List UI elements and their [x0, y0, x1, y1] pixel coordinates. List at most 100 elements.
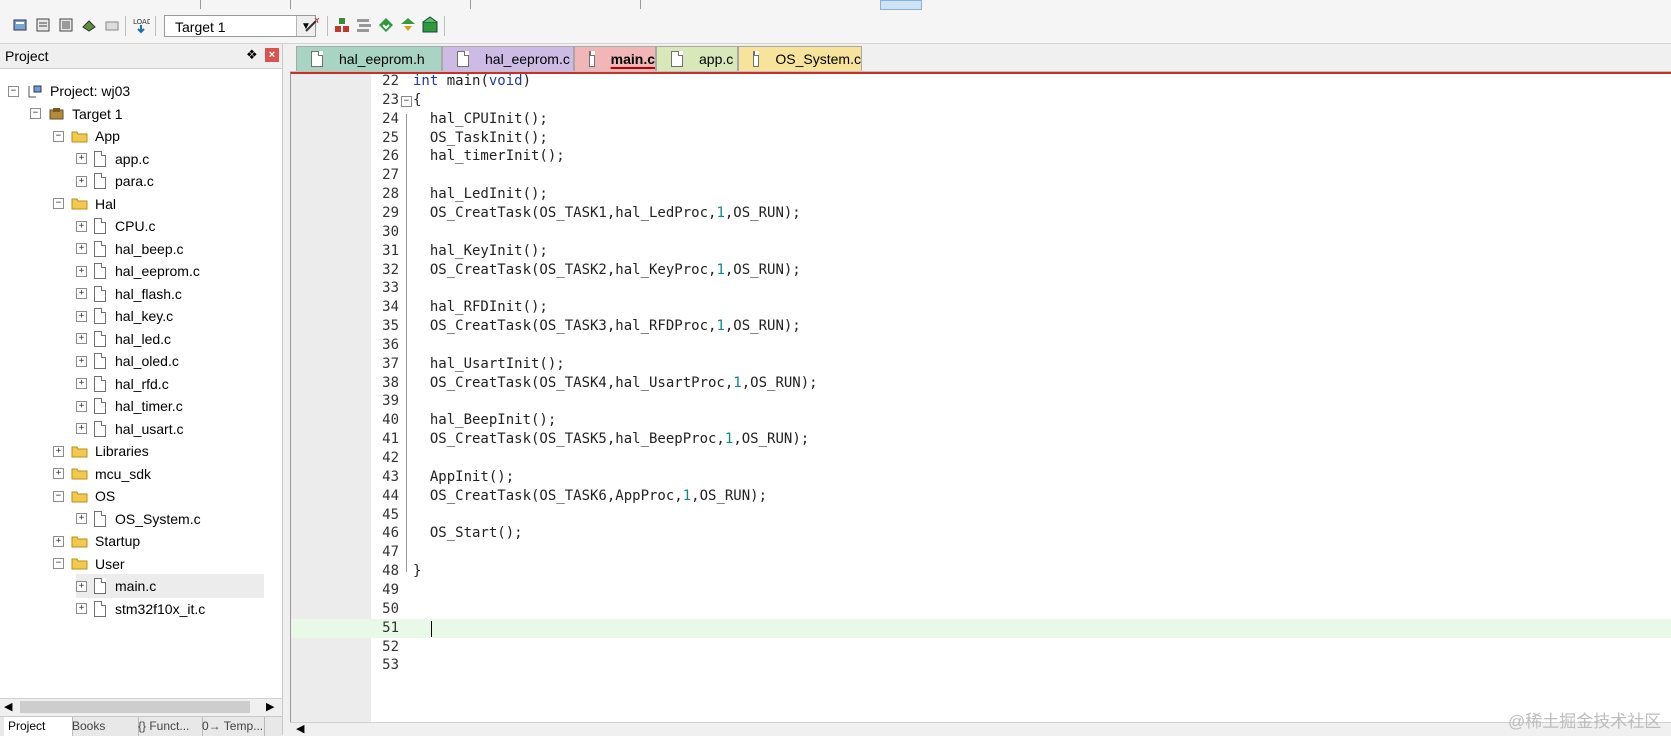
panel-tab-1[interactable]: Project [4, 717, 73, 736]
select-packs-icon[interactable] [377, 16, 395, 34]
code-line[interactable]: 41 OS_CreatTask(OS_TASK5,hal_BeepProc,1,… [291, 430, 1671, 449]
tree-item[interactable]: − OS [53, 484, 115, 508]
expand-icon[interactable]: + [76, 153, 87, 164]
tree-item[interactable]: + CPU.c [76, 214, 155, 238]
expand-icon[interactable]: + [53, 445, 64, 457]
panel-tab-4[interactable]: 0→ Temp... [198, 717, 265, 736]
collapse-icon[interactable]: − [53, 130, 64, 142]
editor-tab[interactable]: app.c [656, 46, 738, 71]
scroll-left-icon[interactable]: ◀ [4, 700, 12, 713]
code-line[interactable]: 36 [291, 336, 1671, 355]
tree-item[interactable]: + OS_System.c [76, 507, 201, 531]
tree-item[interactable]: + stm32f10x_it.c [76, 597, 205, 621]
code-line[interactable]: 23−{ [291, 91, 1671, 110]
code-line[interactable]: 48} [291, 562, 1671, 581]
code-line[interactable]: 47 [291, 543, 1671, 562]
code-line[interactable]: 53 [291, 656, 1671, 675]
collapse-icon[interactable]: − [8, 85, 19, 97]
expand-icon[interactable]: + [76, 378, 87, 389]
code-line[interactable]: 51 [291, 618, 1671, 638]
code-line[interactable]: 34 hal_RFDInit(); [291, 298, 1671, 317]
tree-item[interactable]: + main.c [76, 574, 264, 598]
code-line[interactable]: 31 hal_KeyInit(); [291, 242, 1671, 261]
find-box-partial[interactable] [880, 0, 922, 10]
close-icon[interactable]: × [265, 48, 279, 62]
code-line[interactable]: 40 hal_BeepInit(); [291, 411, 1671, 430]
collapse-icon[interactable]: − [53, 558, 64, 569]
expand-icon[interactable]: + [76, 400, 87, 412]
project-panel-scrollbar[interactable]: ◀ ▶ [0, 698, 282, 716]
expand-icon[interactable]: + [76, 355, 87, 367]
stop-build-icon[interactable] [103, 16, 121, 34]
tree-item[interactable]: + hal_flash.c [76, 282, 182, 306]
target-select[interactable]: Target 1 ▼ [164, 15, 316, 37]
tree-item[interactable]: + hal_usart.c [76, 417, 183, 441]
editor-tab[interactable]: OS_System.c [738, 46, 862, 71]
collapse-icon[interactable]: − [53, 198, 64, 209]
code-line[interactable]: 50 [291, 600, 1671, 619]
expand-icon[interactable]: + [76, 175, 87, 187]
expand-icon[interactable]: + [76, 310, 87, 322]
expand-icon[interactable]: + [76, 288, 87, 299]
code-line[interactable]: 38 OS_CreatTask(OS_TASK4,hal_UsartProc,1… [291, 374, 1671, 393]
tree-item[interactable]: + Startup [53, 529, 140, 553]
pin-icon[interactable]: ❖ [246, 47, 258, 63]
code-line[interactable]: 35 OS_CreatTask(OS_TASK3,hal_RFDProc,1,O… [291, 317, 1671, 336]
tree-item[interactable]: + hal_led.c [76, 327, 171, 351]
download-icon[interactable]: LOAD [132, 16, 150, 34]
code-line[interactable]: 30 [291, 223, 1671, 242]
scrollbar-thumb[interactable] [20, 701, 250, 713]
code-editor[interactable]: 22 int main(void) 23−{24 hal_CPUInit(); 25 … [290, 72, 1671, 722]
expand-icon[interactable]: + [76, 580, 87, 592]
tree-item[interactable]: − User [53, 552, 125, 576]
tree-item[interactable]: − Target 1 [30, 102, 123, 126]
expand-icon[interactable]: + [76, 513, 87, 524]
tree-item[interactable]: + hal_oled.c [76, 349, 179, 373]
expand-icon[interactable]: + [53, 468, 64, 479]
panel-tab-3[interactable]: {} Funct... [134, 717, 203, 736]
editor-tab[interactable]: hal_eeprom.h [296, 46, 442, 71]
fold-toggle-icon[interactable]: − [401, 95, 412, 107]
manage-components-icon[interactable] [333, 16, 351, 34]
tree-item[interactable]: + hal_beep.c [76, 237, 184, 261]
rte-icon[interactable] [421, 16, 439, 34]
code-line[interactable]: 39 [291, 392, 1671, 411]
code-line[interactable]: 32 OS_CreatTask(OS_TASK2,hal_KeyProc,1,O… [291, 261, 1671, 280]
editor-scrollbar[interactable]: ◀ [290, 722, 1671, 736]
tree-item[interactable]: + hal_key.c [76, 304, 173, 328]
expand-icon[interactable]: + [76, 220, 87, 232]
rebuild-icon[interactable] [57, 16, 75, 34]
expand-icon[interactable]: + [76, 423, 87, 434]
tree-item[interactable]: + hal_timer.c [76, 394, 183, 418]
code-line[interactable]: 28 hal_LedInit(); [291, 185, 1671, 204]
manage-project-items-icon[interactable] [355, 16, 373, 34]
tree-item[interactable]: + hal_eeprom.c [76, 259, 200, 283]
collapse-icon[interactable]: − [30, 108, 41, 119]
code-line[interactable]: 42 [291, 449, 1671, 468]
expand-icon[interactable]: + [76, 243, 87, 254]
scroll-left-icon[interactable]: ◀ [296, 722, 304, 735]
code-line[interactable]: 26 hal_timerInit(); [291, 147, 1671, 166]
translate-icon[interactable] [11, 16, 29, 34]
build-icon[interactable] [34, 16, 52, 34]
editor-tab[interactable]: hal_eeprom.c [442, 46, 574, 71]
code-line[interactable]: 52 [291, 638, 1671, 657]
expand-icon[interactable]: + [76, 603, 87, 614]
code-line[interactable]: 43 AppInit(); [291, 468, 1671, 487]
code-line[interactable]: 29 OS_CreatTask(OS_TASK1,hal_LedProc,1,O… [291, 204, 1671, 223]
batch-build-icon[interactable] [80, 16, 98, 34]
code-line[interactable]: 27 [291, 166, 1671, 185]
tree-item[interactable]: − App [53, 124, 120, 148]
code-line[interactable]: 22 int main(void) [291, 72, 1671, 91]
code-line[interactable]: 25 OS_TaskInit(); [291, 129, 1671, 148]
expand-icon[interactable]: + [53, 535, 64, 547]
pack-installer-icon[interactable] [399, 16, 417, 34]
expand-icon[interactable]: + [76, 333, 87, 344]
scroll-right-icon[interactable]: ▶ [266, 700, 274, 713]
tree-item[interactable]: − Project: wj03 [8, 79, 130, 103]
panel-tab-2[interactable]: Books [68, 717, 139, 736]
tree-item[interactable]: + Libraries [53, 439, 149, 463]
tree-item[interactable]: + mcu_sdk [53, 462, 151, 486]
code-line[interactable]: 33 [291, 279, 1671, 298]
options-wand-icon[interactable] [303, 16, 321, 34]
